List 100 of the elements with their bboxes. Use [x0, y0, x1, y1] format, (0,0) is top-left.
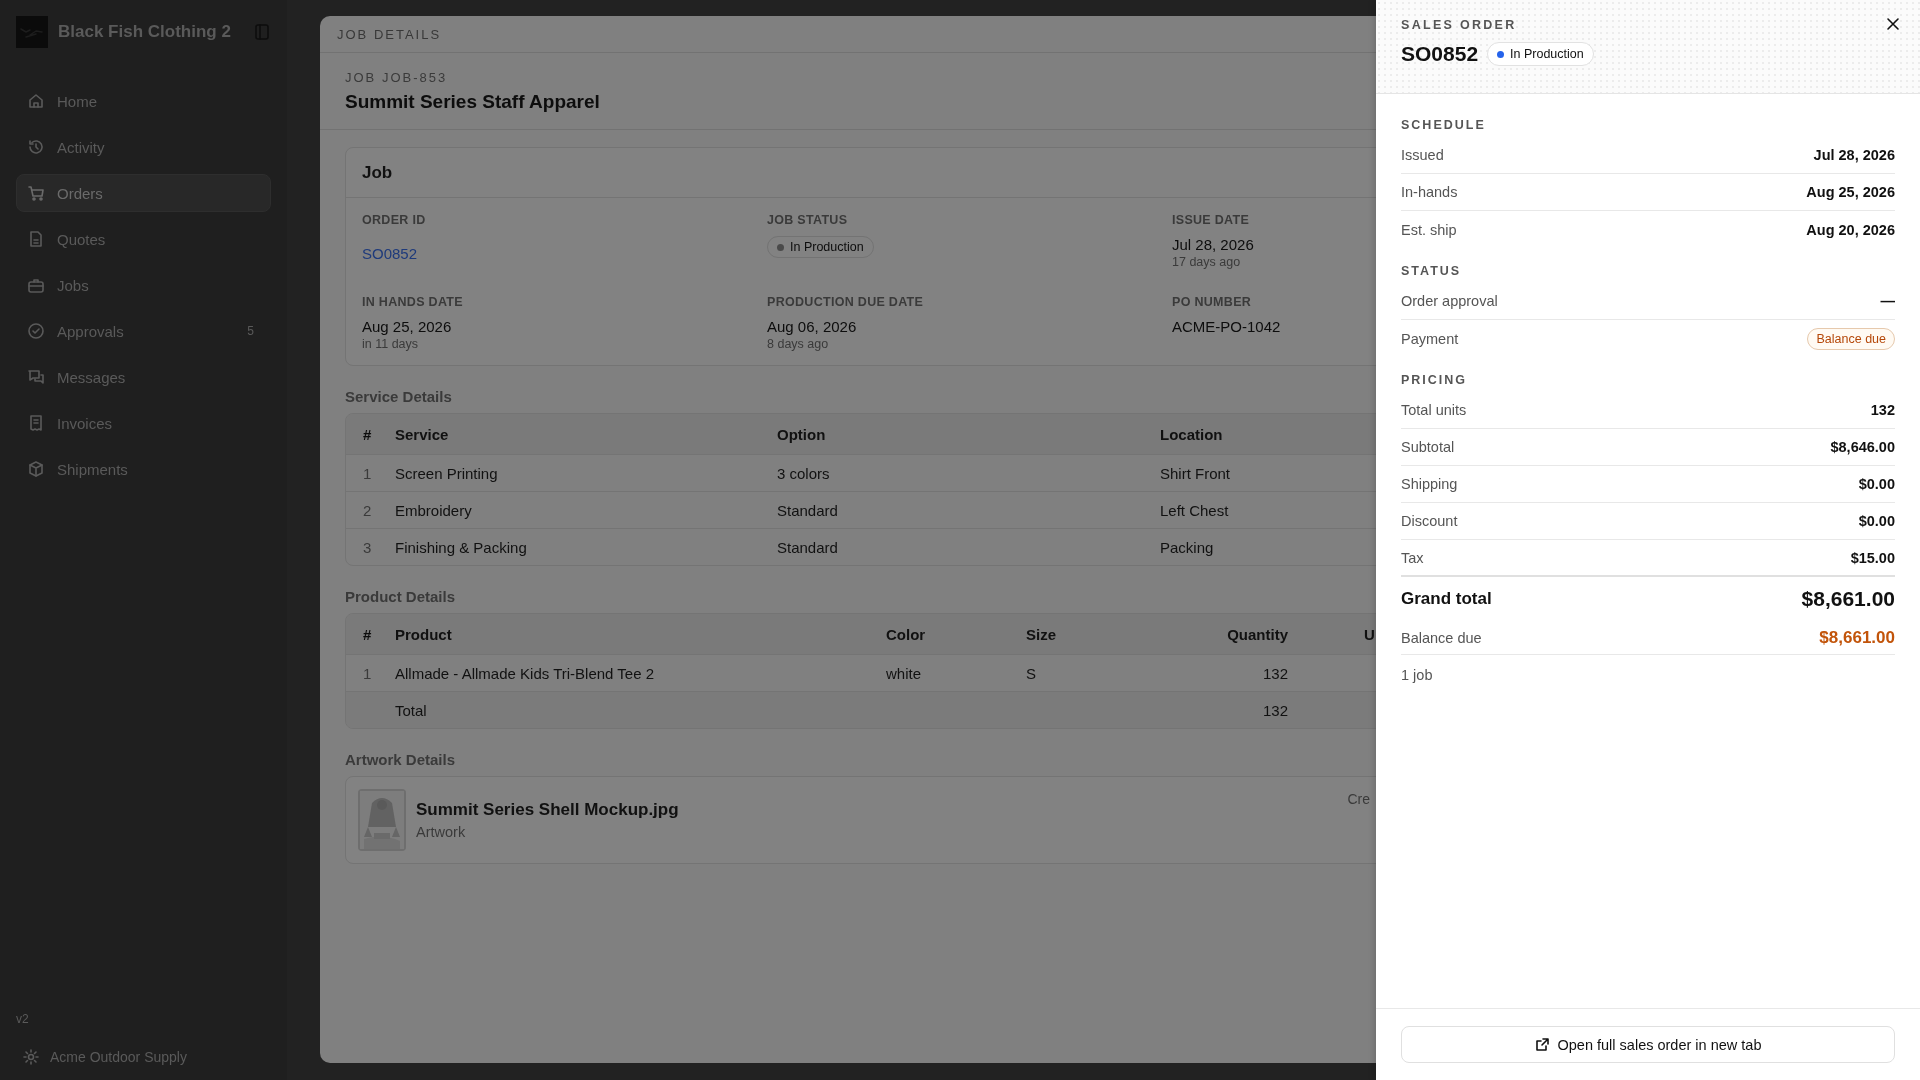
row-label: Payment	[1401, 330, 1459, 347]
nav-item[interactable]: Invoices	[16, 404, 271, 442]
field-note: in 11 days	[362, 337, 419, 351]
field-value: Aug 25, 2026	[362, 318, 452, 335]
section-title: Artwork Details	[345, 751, 456, 768]
job-number: JOB JOB-853	[345, 70, 449, 85]
field-label: IN HANDS DATE	[362, 295, 463, 309]
row-value: $15.00	[1850, 549, 1895, 566]
field-label: ORDER ID	[362, 213, 426, 227]
job-count: 1 job	[1401, 667, 1434, 683]
receipt-icon	[27, 414, 45, 432]
order-number: SO0852	[1401, 42, 1479, 66]
nav-item[interactable]: Approvals 5	[16, 312, 271, 350]
field-label: JOB STATUS	[767, 213, 848, 227]
table-cell: Screen Printing	[395, 464, 498, 482]
account-name: Acme Outdoor Supply	[50, 1049, 187, 1065]
table-cell: Standard	[777, 538, 838, 556]
document-icon	[27, 230, 45, 248]
table-cell: Shirt Front	[1160, 464, 1231, 482]
field-note: 17 days ago	[1172, 255, 1241, 269]
payment-badge: Balance due	[1807, 327, 1895, 350]
table-cell: 132	[1262, 664, 1288, 682]
version-label: v2	[16, 1012, 29, 1026]
row-label: Subtotal	[1401, 439, 1455, 455]
count-label: 5	[246, 323, 255, 340]
row-value: $0.00	[1858, 513, 1895, 529]
table-cell: Total	[395, 701, 427, 719]
field-label: PRODUCTION DUE DATE	[767, 295, 924, 309]
job-title: Summit Series Staff Apparel	[345, 91, 601, 113]
table-cell-text: 1	[362, 664, 372, 682]
balance-due-label: Balance due	[1401, 629, 1482, 646]
file-name: Summit Series Shell Mockup.jpg	[416, 800, 680, 820]
column-header: U	[1363, 625, 1375, 643]
row-value: $8,646.00	[1830, 439, 1895, 455]
column-header: #	[362, 625, 372, 643]
field-value: ACME-PO-1042	[1172, 318, 1281, 335]
open-order-button[interactable]: Open full sales order in new tab	[1401, 1026, 1895, 1063]
nav-item[interactable]: Jobs	[16, 266, 271, 304]
column-header: Location	[1160, 425, 1223, 443]
nav-item[interactable]: Activity	[16, 128, 271, 166]
grand-total-label: Grand total	[1401, 589, 1492, 609]
file-meta: Cre	[1347, 791, 1370, 807]
row-label: Discount	[1401, 513, 1458, 529]
table-cell-text: 1	[362, 464, 372, 482]
grand-total-value: $8,661.00	[1801, 587, 1895, 611]
nav-item[interactable]: Home	[16, 82, 271, 120]
field-value: Jul 28, 2026	[1172, 236, 1254, 253]
section-title: Service Details	[345, 388, 452, 405]
file-type: Artwork	[416, 824, 467, 840]
table-cell: 3 colors	[777, 464, 830, 482]
table-cell-text: 2	[362, 501, 372, 519]
section-title: STATUS	[1401, 264, 1462, 278]
briefcase-icon	[27, 276, 45, 294]
balance-due-value: $8,661.00	[1819, 627, 1895, 648]
table-cell: 132	[1262, 701, 1288, 719]
status-pill: In Production	[1487, 42, 1594, 66]
table-cell: Left Chest	[1160, 501, 1229, 519]
row-label: Shipping	[1401, 476, 1458, 492]
row-label: Est. ship	[1401, 221, 1457, 238]
field-label: PO NUMBER	[1172, 295, 1252, 309]
nav-item[interactable]: Shipments	[16, 450, 271, 488]
external-link-icon	[1534, 1037, 1550, 1052]
dialog-title: JOB DETAILS	[337, 26, 442, 42]
home-icon	[27, 92, 45, 110]
section-title: PRICING	[1401, 373, 1468, 387]
section-title: SCHEDULE	[1401, 118, 1486, 132]
column-header: Product	[395, 625, 452, 643]
field-note: 8 days ago	[767, 337, 829, 351]
column-header: Quantity	[1227, 625, 1288, 643]
row-label: Order approval	[1401, 293, 1498, 309]
nav-item[interactable]: Quotes	[16, 220, 271, 258]
chat-icon	[27, 368, 45, 386]
table-cell: Standard	[777, 501, 838, 519]
check-badge-icon	[27, 322, 45, 340]
row-value: 132	[1870, 402, 1895, 418]
row-value: Aug 20, 2026	[1806, 221, 1895, 238]
close-icon[interactable]	[1886, 17, 1900, 31]
table-cell: S	[1026, 664, 1036, 682]
panel-eyebrow: SALES ORDER	[1401, 18, 1517, 32]
column-header: Option	[777, 425, 826, 443]
column-header: Service	[395, 425, 449, 443]
table-cell: Allmade - Allmade Kids Tri-Blend Tee 2	[395, 664, 654, 682]
table-cell: Embroidery	[395, 501, 472, 519]
row-label: Tax	[1401, 549, 1424, 566]
nav-item[interactable]: Orders	[16, 174, 271, 212]
row-value: Aug 25, 2026	[1806, 184, 1895, 200]
column-header: #	[362, 425, 372, 443]
cart-icon	[27, 184, 45, 202]
brand-name: Black Fish Clothing 2	[58, 22, 232, 42]
table-cell: Finishing & Packing	[395, 538, 527, 556]
row-value: $0.00	[1858, 476, 1895, 492]
row-label: Total units	[1401, 402, 1467, 418]
column-header: Size	[1026, 625, 1056, 643]
row-value: Jul 28, 2026	[1813, 147, 1895, 163]
column-header: Color	[886, 625, 926, 643]
nav-item[interactable]: Messages	[16, 358, 271, 396]
table-cell-text: 3	[362, 538, 372, 556]
order-link[interactable]: SO0852	[362, 245, 418, 262]
row-label: In-hands	[1401, 184, 1458, 200]
card-title: Job	[362, 162, 393, 183]
